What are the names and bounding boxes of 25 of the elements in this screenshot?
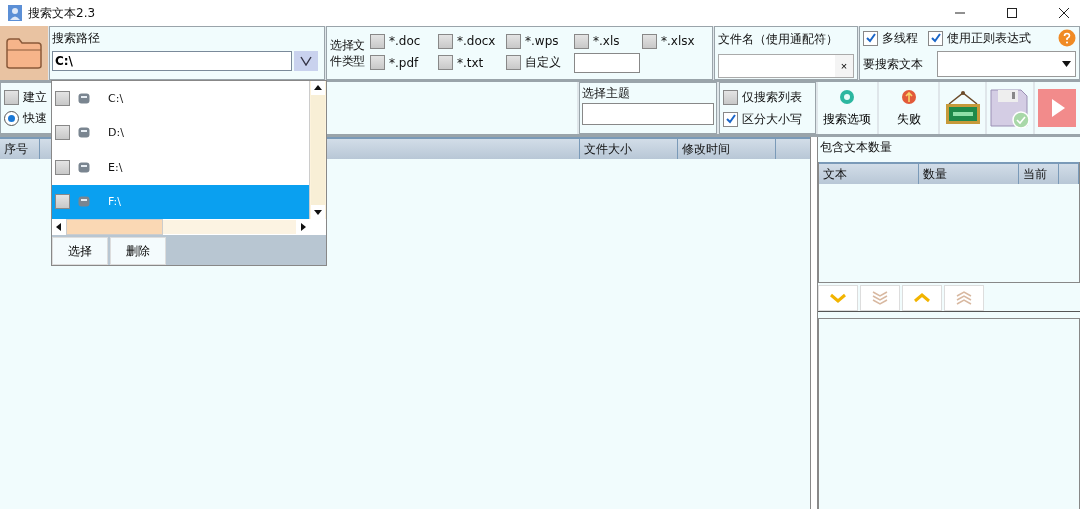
file-type-label: 自定义: [525, 54, 561, 71]
search-path-label: 搜索路径: [52, 30, 101, 47]
window-title: 搜索文本2.3: [28, 4, 96, 22]
file-type-label: *.wps: [525, 34, 559, 48]
option-label: 使用正则表达式: [947, 29, 1031, 47]
filter-label: 仅搜索列表: [742, 88, 803, 106]
file-type-label: *.xlsx: [661, 34, 695, 48]
fast-label: 快速: [23, 110, 47, 127]
file-type-label: *.xls: [593, 34, 620, 48]
file-type-label: *.txt: [457, 55, 484, 70]
drive-label: E:\: [108, 160, 123, 174]
file-type-label: *.pdf: [389, 55, 419, 70]
file-types-label: 选择文件类型: [330, 37, 367, 69]
drive-label: C:\: [108, 91, 124, 105]
drive-label: F:\: [108, 195, 121, 209]
filter-label: 区分大小写: [742, 110, 803, 128]
file-type-label: *.doc: [389, 34, 421, 48]
index-label: 建立: [23, 89, 47, 106]
option-label: 多线程: [882, 29, 918, 47]
file-type-label: *.docx: [457, 34, 496, 48]
search-text-label: 要搜索文本: [863, 55, 923, 73]
subject-label: 选择主题: [582, 85, 632, 102]
counts-label: 包含文本数量: [819, 139, 893, 156]
drive-label: D:\: [108, 126, 124, 140]
filename-label: 文件名（使用通配符）: [718, 31, 839, 48]
